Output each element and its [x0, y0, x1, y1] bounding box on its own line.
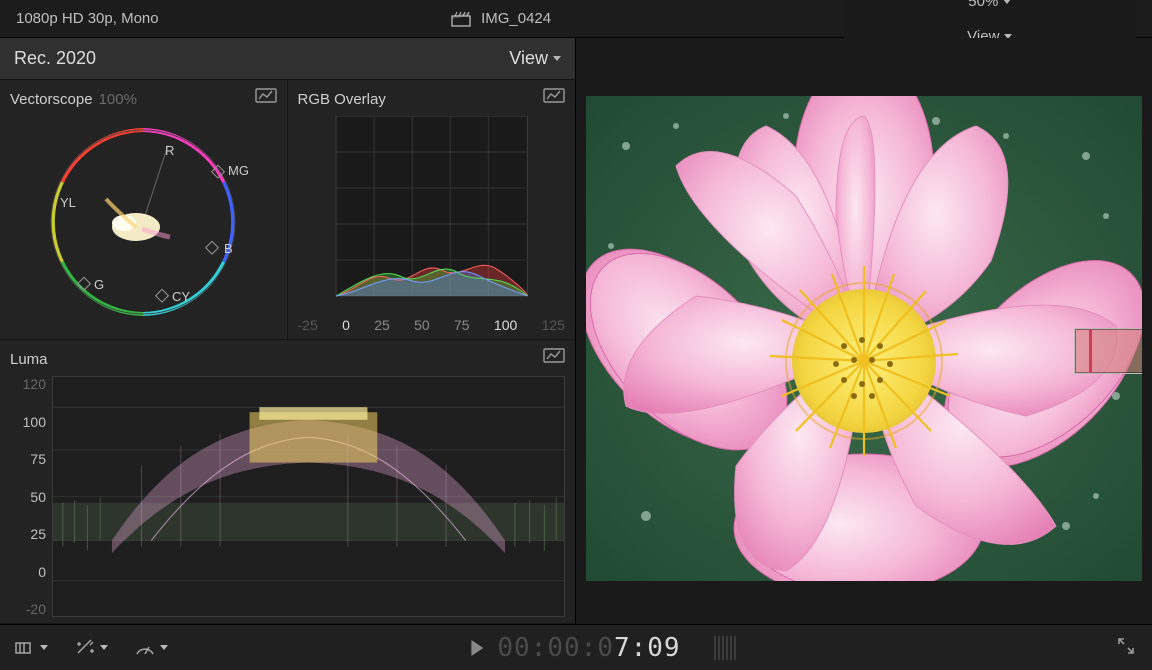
clip-name: IMG_0424	[481, 10, 551, 27]
skimmer-indicator	[714, 636, 736, 660]
vs-target-yl: YL	[60, 195, 76, 210]
scope-settings-icon[interactable]	[543, 346, 565, 364]
clapper-icon	[451, 11, 471, 27]
vs-target-r: R	[165, 143, 174, 158]
rgb-tick: -25	[298, 317, 318, 333]
rgb-tick: 25	[374, 317, 390, 333]
luma-tick: 75	[10, 451, 46, 467]
chevron-down-icon	[160, 645, 168, 650]
scopes-pane: Rec. 2020 View Vectorscope 100%	[0, 38, 576, 624]
viewer-canvas[interactable]	[586, 96, 1142, 581]
rgb-overlay-panel: RGB Overlay	[288, 80, 576, 340]
color-space-label: Rec. 2020	[14, 48, 96, 69]
luma-tick: 120	[10, 376, 46, 392]
vs-target-mg: MG	[228, 163, 248, 178]
vs-target-g: G	[94, 277, 104, 292]
luma-tick: 50	[10, 489, 46, 505]
scopes-header: Rec. 2020 View	[0, 38, 575, 80]
main-split: Rec. 2020 View Vectorscope 100%	[0, 38, 1152, 624]
retime-menu-button[interactable]	[14, 639, 48, 657]
rgb-tick: 125	[542, 317, 565, 333]
vectorscope-scale: 100%	[99, 91, 137, 108]
play-icon[interactable]	[471, 640, 483, 656]
rgb-overlay-title: RGB Overlay	[298, 91, 386, 108]
zoom-dropdown[interactable]: 50%	[968, 0, 1011, 10]
color-space-dropdown[interactable]: Rec. 2020	[14, 48, 96, 69]
fullscreen-button[interactable]	[1116, 636, 1136, 660]
timecode-display[interactable]: 00:00:07:09	[471, 633, 680, 663]
rgb-tick: 75	[454, 317, 470, 333]
bottom-toolbar: 00:00:07:09	[0, 624, 1152, 670]
luma-tick: 25	[10, 526, 46, 542]
timecode-dim: 00:00:0	[497, 633, 614, 663]
speed-gauge-button[interactable]	[134, 639, 168, 657]
timecode-bright: 7:09	[614, 633, 681, 663]
vs-target-cy: CY	[172, 289, 190, 304]
scope-settings-icon[interactable]	[543, 86, 565, 104]
rgb-x-axis: -25 0 25 50 75 100 125	[298, 313, 566, 333]
viewer-top-bar: 1080p HD 30p, Mono IMG_0424 50% View	[0, 0, 1152, 38]
luma-tick: 100	[10, 414, 46, 430]
view-menu-scopes[interactable]: View	[509, 48, 561, 69]
luma-tick: -20	[10, 601, 46, 617]
chevron-down-icon	[40, 645, 48, 650]
zoom-value: 50%	[968, 0, 998, 10]
rgb-tick: 0	[342, 317, 350, 333]
scopes-view-label: View	[509, 48, 548, 69]
rgb-overlay-display	[298, 116, 566, 313]
chevron-down-icon	[1003, 0, 1011, 4]
luma-panel: Luma 120 100 75 50 25 0 -20	[0, 340, 575, 624]
scope-settings-icon[interactable]	[255, 86, 277, 104]
format-label: 1080p HD 30p, Mono	[16, 10, 159, 27]
vs-target-b: B	[224, 241, 233, 256]
luma-y-axis: 120 100 75 50 25 0 -20	[10, 376, 52, 617]
rgb-tick: 100	[494, 317, 517, 333]
vectorscope-display: R MG B CY G YL	[38, 117, 248, 327]
enhance-menu-button[interactable]	[74, 639, 108, 657]
luma-waveform-display	[52, 376, 565, 617]
vectorscope-panel: Vectorscope 100%	[0, 80, 288, 340]
scopes-upper-row: Vectorscope 100%	[0, 80, 575, 340]
viewer-pane	[576, 38, 1152, 624]
rgb-tick: 50	[414, 317, 430, 333]
app-root: 1080p HD 30p, Mono IMG_0424 50% View	[0, 0, 1152, 670]
chevron-down-icon	[553, 56, 561, 61]
luma-tick: 0	[10, 564, 46, 580]
vectorscope-title: Vectorscope	[10, 91, 93, 108]
clip-name-group: IMG_0424	[451, 10, 551, 27]
luma-title: Luma	[10, 351, 48, 368]
color-sample-loupe[interactable]	[1074, 328, 1142, 374]
chevron-down-icon	[100, 645, 108, 650]
